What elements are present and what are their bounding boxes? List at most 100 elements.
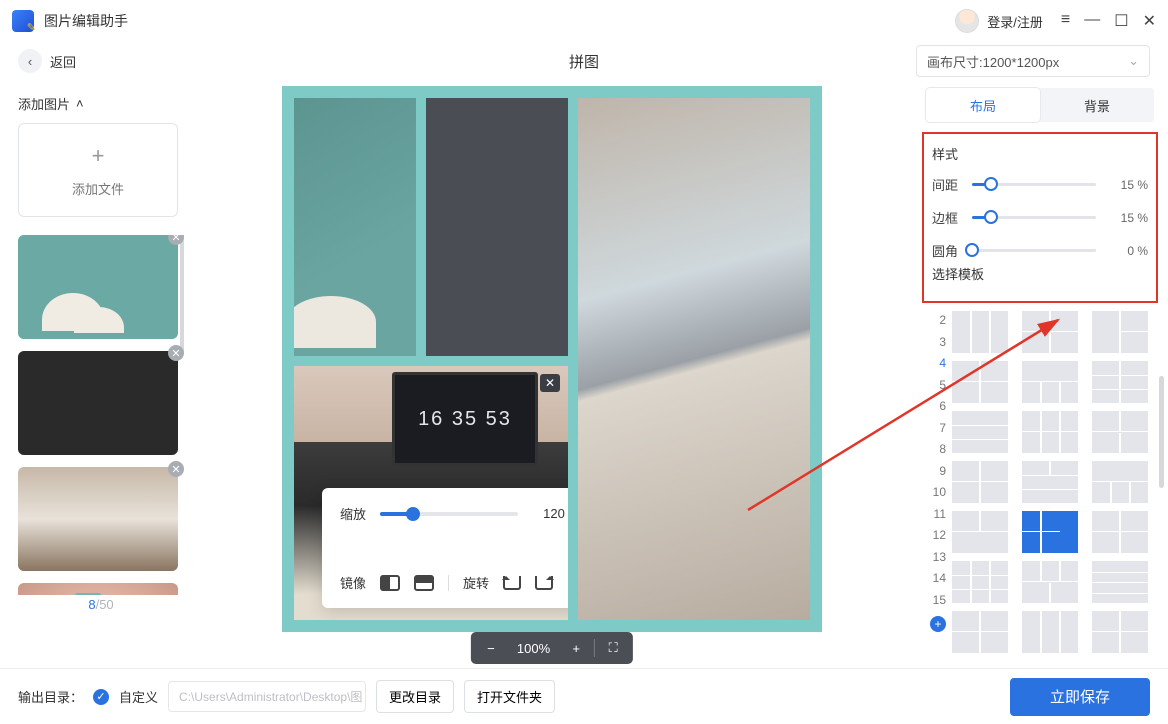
template-count[interactable]: 14: [926, 571, 946, 585]
radius-slider[interactable]: [972, 249, 1096, 252]
titlebar-right: 登录/注册 ≡ — ☐ ✕: [955, 9, 1156, 33]
remove-icon[interactable]: ✕: [168, 345, 184, 361]
collage-cell[interactable]: [578, 98, 810, 620]
cell-close-icon[interactable]: ✕: [540, 374, 560, 392]
canvas-size-select[interactable]: 画布尺寸:1200*1200px ⌄: [916, 45, 1150, 77]
rotate-left-icon[interactable]: [503, 576, 521, 590]
image-edit-popup: 缩放 120 % 镜像 旋转: [322, 488, 568, 608]
template-item[interactable]: [1092, 611, 1148, 653]
scrollbar[interactable]: [1159, 376, 1164, 488]
template-item[interactable]: [1022, 561, 1078, 603]
template-item[interactable]: [952, 461, 1008, 503]
collage-cell[interactable]: [294, 98, 416, 356]
maximize-button[interactable]: ☐: [1114, 11, 1128, 31]
titlebar: 图片编辑助手 登录/注册 ≡ — ☐ ✕: [0, 0, 1168, 42]
mirror-h-icon[interactable]: [380, 575, 400, 591]
spacing-value: 15 %: [1106, 178, 1148, 192]
template-count[interactable]: 13: [926, 550, 946, 564]
chevron-down-icon: ⌄: [1128, 53, 1139, 69]
mirror-v-icon[interactable]: [414, 575, 434, 591]
spacing-slider[interactable]: [972, 183, 1096, 186]
radius-label: 圆角: [932, 241, 962, 260]
zoom-slider[interactable]: [380, 512, 518, 516]
output-dir-label: 输出目录：: [18, 687, 83, 706]
tab-layout[interactable]: 布局: [926, 88, 1040, 122]
template-item[interactable]: [952, 611, 1008, 653]
scrollbar[interactable]: [180, 235, 184, 353]
divider: [594, 639, 595, 657]
plus-icon: +: [92, 143, 105, 169]
collage-cell-selected[interactable]: 16 35 53 ✕ 缩放 120 % 镜像: [294, 366, 568, 620]
template-item[interactable]: [1022, 461, 1078, 503]
menu-button[interactable]: ≡: [1061, 11, 1070, 31]
tab-background[interactable]: 背景: [1040, 88, 1154, 122]
template-count[interactable]: 11: [926, 507, 946, 521]
template-count[interactable]: 15: [926, 593, 946, 607]
template-item[interactable]: [1022, 611, 1078, 653]
template-item[interactable]: [1092, 311, 1148, 353]
titlebar-left: 图片编辑助手: [12, 10, 128, 32]
template-count[interactable]: 8: [926, 442, 946, 456]
template-item[interactable]: [1022, 311, 1078, 353]
thumbnail-item[interactable]: [18, 583, 178, 595]
template-count-column: 2 3 4 5 6 7 8 9 10 11 12 13 14 15 +: [926, 311, 946, 653]
spacing-row: 间距 15 %: [932, 175, 1148, 194]
template-item[interactable]: [1022, 511, 1078, 553]
minimize-button[interactable]: —: [1084, 11, 1100, 31]
template-item[interactable]: [952, 511, 1008, 553]
close-button[interactable]: ✕: [1143, 11, 1156, 31]
template-item[interactable]: [1092, 511, 1148, 553]
zoom-bar: − 100% + ⛶: [471, 632, 633, 664]
template-item[interactable]: [952, 561, 1008, 603]
back-button[interactable]: ‹ 返回: [18, 49, 76, 73]
change-dir-button[interactable]: 更改目录: [376, 680, 454, 713]
thumbnail-item[interactable]: ✕: [18, 467, 178, 571]
zoom-value: 120 %: [532, 506, 568, 521]
zoom-in-button[interactable]: +: [562, 636, 590, 660]
template-item[interactable]: [952, 361, 1008, 403]
add-images-header[interactable]: 添加图片 ˄: [18, 94, 184, 113]
template-count[interactable]: 9: [926, 464, 946, 478]
zoom-out-button[interactable]: −: [477, 636, 505, 660]
remove-icon[interactable]: ✕: [168, 461, 184, 477]
thumbnail-list[interactable]: ✕ ✕ ✕: [18, 235, 184, 595]
page-title: 拼图: [569, 51, 599, 72]
template-item[interactable]: [1092, 561, 1148, 603]
output-mode-label: 自定义: [119, 687, 158, 706]
template-item[interactable]: [1022, 411, 1078, 453]
login-area[interactable]: 登录/注册: [955, 9, 1043, 33]
collage-canvas[interactable]: 16 35 53 ✕ 缩放 120 % 镜像: [282, 86, 822, 632]
check-icon[interactable]: ✓: [93, 689, 109, 705]
panel-tabs: 布局 背景: [926, 88, 1154, 122]
template-count[interactable]: 12: [926, 528, 946, 542]
template-count[interactable]: 5: [926, 378, 946, 392]
template-item[interactable]: [1092, 461, 1148, 503]
template-count[interactable]: 7: [926, 421, 946, 435]
page-count: 8/50: [18, 597, 184, 612]
output-path: C:\Users\Administrator\Desktop\图: [168, 681, 366, 712]
border-row: 边框 15 %: [932, 208, 1148, 227]
save-button[interactable]: 立即保存: [1010, 678, 1150, 716]
collage-cell[interactable]: [426, 98, 568, 356]
template-item[interactable]: [952, 411, 1008, 453]
footer: 输出目录： ✓ 自定义 C:\Users\Administrator\Deskt…: [0, 668, 1168, 724]
template-item[interactable]: [1092, 411, 1148, 453]
thumbnail-item[interactable]: ✕: [18, 351, 178, 455]
open-folder-button[interactable]: 打开文件夹: [464, 680, 555, 713]
rotate-right-icon[interactable]: [535, 576, 553, 590]
template-item[interactable]: [1092, 361, 1148, 403]
template-item[interactable]: [1022, 361, 1078, 403]
template-count[interactable]: 10: [926, 485, 946, 499]
transform-row: 镜像 旋转: [340, 573, 568, 592]
thumbnail-item[interactable]: ✕: [18, 235, 178, 339]
add-template-icon[interactable]: +: [930, 616, 946, 632]
template-count[interactable]: 3: [926, 335, 946, 349]
fit-screen-button[interactable]: ⛶: [599, 636, 627, 660]
template-count[interactable]: 4: [926, 356, 946, 370]
template-item[interactable]: [952, 311, 1008, 353]
add-file-card[interactable]: + 添加文件: [18, 123, 178, 217]
radius-value: 0 %: [1106, 244, 1148, 258]
template-count[interactable]: 2: [926, 313, 946, 327]
border-slider[interactable]: [972, 216, 1096, 219]
template-count[interactable]: 6: [926, 399, 946, 413]
